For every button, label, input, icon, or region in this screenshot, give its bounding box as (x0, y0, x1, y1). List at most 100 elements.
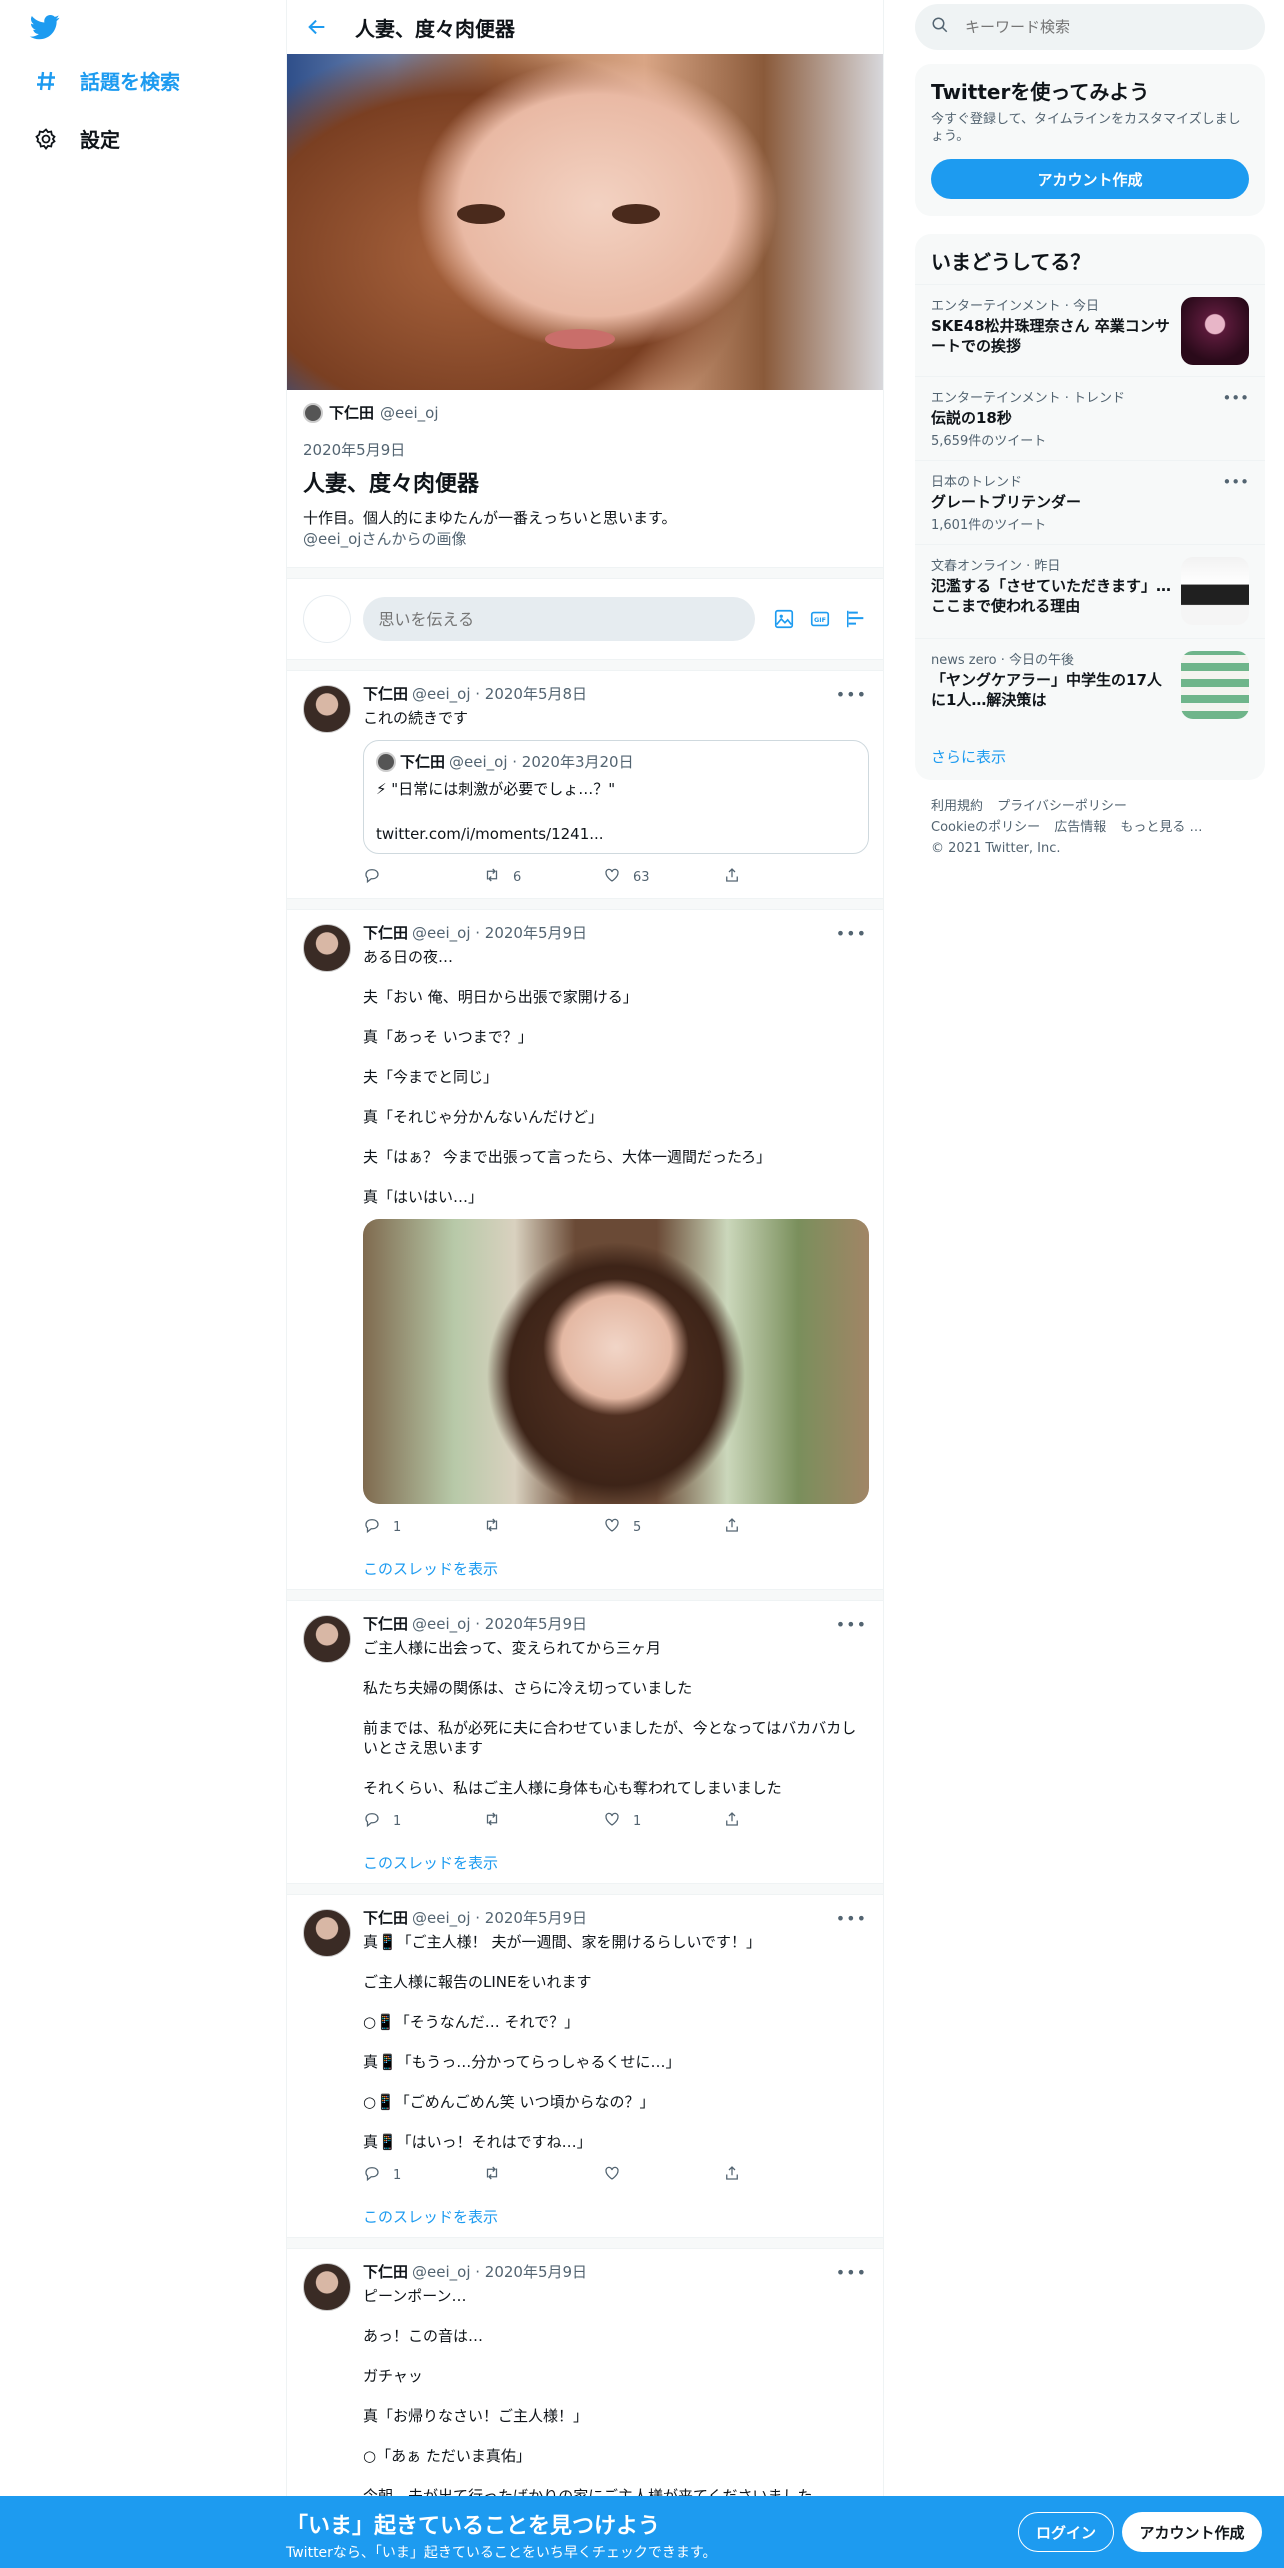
show-thread-link[interactable]: このスレッドを表示 (363, 1852, 498, 1873)
tweet-author-name[interactable]: 下仁田 (363, 2261, 408, 2282)
show-thread-link[interactable]: このスレッドを表示 (363, 1558, 498, 1579)
show-thread-link[interactable]: このスレッドを表示 (363, 2206, 498, 2227)
nav-settings[interactable]: 設定 (32, 124, 120, 153)
retweet-button[interactable]: 6 (483, 866, 543, 888)
more-options-icon[interactable]: ••• (1222, 473, 1249, 491)
moment-author[interactable]: 下仁田 @eei_oj (303, 402, 867, 423)
share-icon (723, 1810, 741, 1832)
trend-thumbnail (1181, 297, 1249, 365)
avatar[interactable] (303, 1615, 351, 1663)
tweet-author-name[interactable]: 下仁田 (363, 1907, 408, 1928)
avatar[interactable] (303, 685, 351, 733)
login-button[interactable]: ログイン (1018, 2512, 1114, 2552)
tweet[interactable]: ••• 下仁田 @eei_oj · 2020年5月9日 真📱「ご主人様！ 夫が一… (287, 1895, 883, 2237)
trend-item[interactable]: エンターテインメント · トレンド 伝説の18秒 5,659件のツイート ••• (915, 376, 1265, 460)
retweet-button[interactable] (483, 1810, 543, 1832)
moment-cover-image[interactable] (287, 54, 883, 390)
reply-icon (363, 1516, 381, 1538)
signup-card: Twitterを使ってみよう 今すぐ登録して、タイムラインをカスタマイズしましょ… (915, 64, 1265, 216)
tweet-photo[interactable] (363, 1219, 869, 1504)
more-options-icon[interactable]: ••• (836, 924, 867, 943)
show-more-link[interactable]: さらに表示 (915, 732, 1265, 781)
reply-button[interactable]: 1 (363, 1516, 423, 1538)
bottom-signup-bar: 「いま」起きていることを見つけよう Twitterなら、「いま」起きていることを… (0, 2496, 1284, 2568)
retweet-button[interactable] (483, 1516, 543, 1538)
more-options-icon[interactable]: ••• (836, 2263, 867, 2282)
tweet[interactable]: ••• 下仁田 @eei_oj · 2020年5月9日 ある日の夜… 夫「おい … (287, 910, 883, 1589)
tweet[interactable]: ••• 下仁田 @eei_oj · 2020年5月8日 これの続きです 下仁田 … (287, 671, 883, 898)
retweet-icon (483, 2164, 501, 2186)
reply-button[interactable]: 1 (363, 1810, 423, 1832)
quote-link[interactable]: twitter.com/i/moments/1241... (376, 825, 856, 843)
more-options-icon[interactable]: ••• (836, 685, 867, 704)
like-count: 5 (633, 1519, 642, 1535)
share-button[interactable] (723, 2164, 783, 2186)
moment-image-credit[interactable]: @eei_ojさんからの画像 (303, 528, 867, 549)
nav-explore[interactable]: 話題を検索 (32, 66, 180, 95)
more-options-icon[interactable]: ••• (836, 1615, 867, 1634)
tweet-meta: @eei_oj · 2020年5月9日 (412, 924, 588, 942)
tweet-text-line: ピーンポーン… (363, 2287, 467, 2305)
back-arrow-icon[interactable] (303, 13, 331, 41)
tweet-text-line: 真📱「ご主人様！ 夫が一週間、家を開けるらしいです！」 (363, 1933, 761, 1951)
reply-button[interactable] (363, 866, 423, 888)
reply-compose: GIF (287, 579, 883, 659)
search-input[interactable] (965, 18, 1245, 36)
tweet-author-name[interactable]: 下仁田 (363, 1613, 408, 1634)
avatar[interactable] (303, 1909, 351, 1957)
like-button[interactable]: 5 (603, 1516, 663, 1538)
like-button[interactable]: 1 (603, 1810, 663, 1832)
twitter-logo-icon[interactable] (28, 12, 64, 42)
avatar[interactable] (303, 2263, 351, 2311)
poll-icon[interactable] (845, 608, 867, 630)
tweet-body: ピーンポーン… あっ！この音は… ガチャッ 真「お帰りなさい！ご主人様！」 ○「… (363, 2286, 867, 2506)
footer-link[interactable]: Cookieのポリシー (931, 820, 1040, 835)
more-options-icon[interactable]: ••• (1222, 389, 1249, 407)
share-icon (723, 2164, 741, 2186)
tweet[interactable]: ••• 下仁田 @eei_oj · 2020年5月9日 ピーンポーン… あっ！こ… (287, 2249, 883, 2528)
share-button[interactable] (723, 866, 783, 888)
nav-explore-label: 話題を検索 (80, 70, 180, 94)
footer-link[interactable]: 広告情報 (1054, 820, 1106, 835)
avatar[interactable] (303, 924, 351, 972)
compose-input[interactable] (362, 597, 755, 641)
tweet-body: これの続きです (363, 708, 867, 728)
tweet-body: 真📱「ご主人様！ 夫が一週間、家を開けるらしいです！」 ご主人様に報告のLINE… (363, 1932, 867, 2152)
gif-icon[interactable]: GIF (809, 608, 831, 630)
signup-button[interactable]: アカウント作成 (1122, 2512, 1262, 2552)
trend-item[interactable]: エンターテインメント · 今日 SKE48松井珠理奈さん 卒業コンサートでの挨拶 (915, 284, 1265, 376)
trend-count: 1,601件のツイート (931, 518, 1047, 533)
tweet-header: 下仁田 @eei_oj · 2020年5月9日 (363, 922, 867, 943)
tweet-author-name[interactable]: 下仁田 (363, 922, 408, 943)
footer-link[interactable]: 利用規約 (931, 799, 983, 814)
divider (287, 898, 883, 910)
footer-link[interactable]: プライバシーポリシー (997, 799, 1127, 814)
search-box[interactable] (915, 4, 1265, 50)
more-options-icon[interactable]: ••• (836, 1909, 867, 1928)
tweet-actions: 1 1 (363, 1810, 783, 1832)
trend-item[interactable]: 日本のトレンド グレートブリテンダー 1,601件のツイート ••• (915, 460, 1265, 544)
avatar (376, 751, 396, 772)
quote-header: 下仁田 @eei_oj · 2020年3月20日 (376, 751, 856, 772)
tweet[interactable]: ••• 下仁田 @eei_oj · 2020年5月9日 ご主人様に出会って、変え… (287, 1601, 883, 1883)
tweet-text-line: ○📱「そうなんだ… それで？」 (363, 2013, 580, 2031)
image-icon[interactable] (773, 608, 795, 630)
share-button[interactable] (723, 1810, 783, 1832)
trend-item[interactable]: news zero · 今日の午後 「ヤングケアラー」中学生の17人に1人…解決… (915, 638, 1265, 732)
like-button[interactable] (603, 2164, 663, 2186)
trend-title: SKE48松井珠理奈さん 卒業コンサートでの挨拶 (931, 317, 1170, 355)
divider (287, 1589, 883, 1601)
tweet-meta: @eei_oj · 2020年5月9日 (412, 1909, 588, 1927)
tweet-text-line: 夫「おい 俺、明日から出張で家開ける」 (363, 988, 638, 1006)
like-button[interactable]: 63 (603, 866, 663, 888)
footer-link[interactable]: もっと見る … (1120, 820, 1202, 835)
retweet-button[interactable] (483, 2164, 543, 2186)
share-button[interactable] (723, 1516, 783, 1538)
trend-item[interactable]: 文春オンライン · 昨日 氾濫する「させていただきます」…ここまで使われる理由 (915, 544, 1265, 638)
tweet-author-name[interactable]: 下仁田 (363, 683, 408, 704)
gear-icon (32, 125, 60, 153)
reply-button[interactable]: 1 (363, 2164, 423, 2186)
trend-count: 5,659件のツイート (931, 434, 1047, 449)
create-account-button[interactable]: アカウント作成 (931, 159, 1249, 199)
quoted-tweet[interactable]: 下仁田 @eei_oj · 2020年3月20日 ⚡ "日常には刺激が必要でしょ… (363, 740, 869, 854)
